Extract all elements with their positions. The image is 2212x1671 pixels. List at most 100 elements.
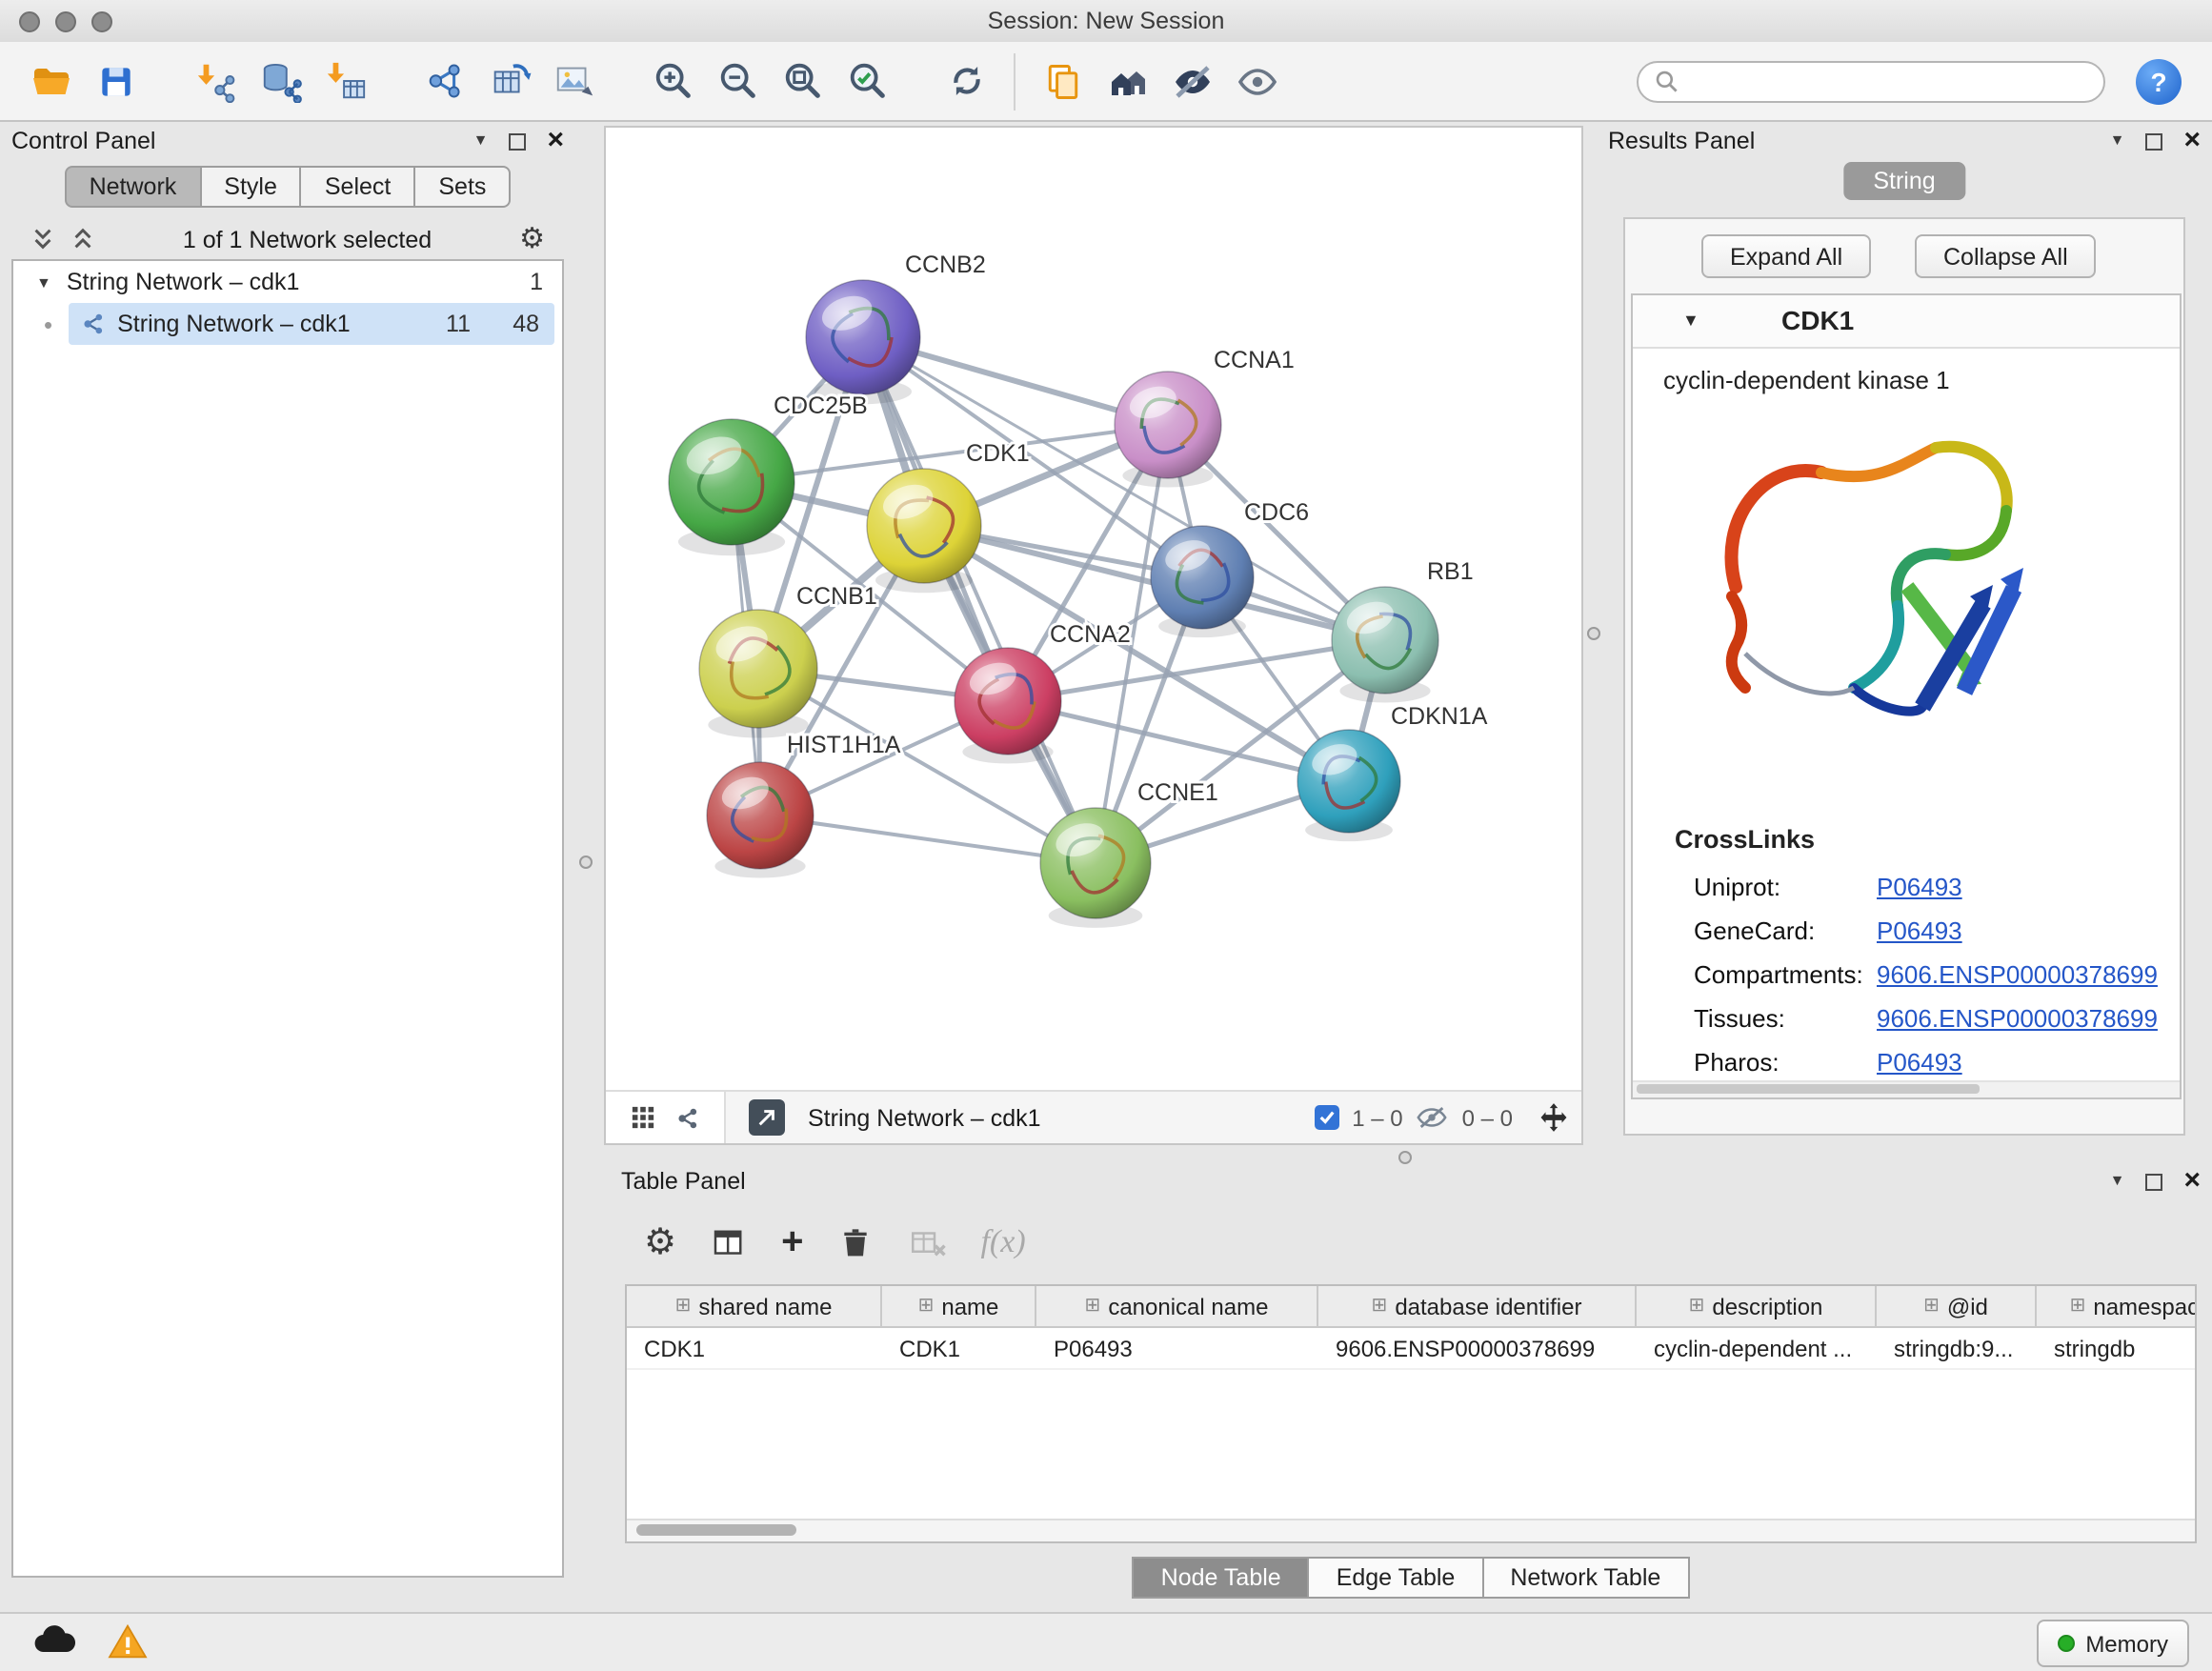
column-header--id[interactable]: ⊞@id: [1877, 1286, 2037, 1326]
warning-icon[interactable]: [107, 1623, 149, 1660]
tab-network-table[interactable]: Network Table: [1483, 1557, 1689, 1599]
network-node-CDC25B[interactable]: [669, 419, 794, 545]
network-node-CDK1[interactable]: [867, 469, 981, 583]
expand-all-icon[interactable]: [70, 225, 95, 253]
table-cell[interactable]: 9606.ENSP00000378699: [1318, 1328, 1637, 1368]
tab-style[interactable]: Style: [201, 166, 302, 208]
zoom-in-button[interactable]: [640, 50, 705, 111]
new-network-button[interactable]: [412, 50, 476, 111]
panel-close-icon[interactable]: ×: [2183, 130, 2201, 152]
export-image-button[interactable]: [541, 50, 606, 111]
panel-menu-caret-icon[interactable]: ▼: [2110, 1174, 2125, 1189]
crosslink-link[interactable]: 9606.ENSP00000378699: [1877, 960, 2158, 989]
memory-button[interactable]: Memory: [2036, 1620, 2189, 1667]
table-cell[interactable]: CDK1: [882, 1328, 1036, 1368]
panel-float-icon[interactable]: [509, 132, 526, 150]
zoom-out-button[interactable]: [705, 50, 770, 111]
grid-view-icon[interactable]: [630, 1105, 654, 1130]
save-session-button[interactable]: [84, 50, 149, 111]
crosslink-link[interactable]: P06493: [1877, 873, 1962, 901]
network-options-gear-icon[interactable]: ⚙: [519, 225, 545, 253]
import-network-from-database-button[interactable]: [248, 50, 312, 111]
column-header-namespace[interactable]: ⊞namespace: [2037, 1286, 2197, 1326]
delete-column-trash-icon[interactable]: [835, 1222, 874, 1262]
table-cell[interactable]: CDK1: [627, 1328, 882, 1368]
column-header-description[interactable]: ⊞description: [1637, 1286, 1877, 1326]
network-row-selected[interactable]: String Network – cdk1 11 48: [68, 303, 554, 345]
network-node-CCNB2[interactable]: [806, 280, 920, 394]
table-cell[interactable]: stringdb: [2037, 1328, 2197, 1368]
gene-section-caret-icon[interactable]: ▼: [1682, 311, 1699, 330]
table-options-gear-icon[interactable]: ⚙: [644, 1224, 676, 1260]
table-cell[interactable]: cyclin-dependent ...: [1637, 1328, 1877, 1368]
network-row[interactable]: • String Network – cdk1 11 48: [13, 303, 562, 345]
fit-content-button[interactable]: [770, 50, 835, 111]
column-header-canonical-name[interactable]: ⊞canonical name: [1036, 1286, 1318, 1326]
network-node-HIST1H1A[interactable]: [707, 762, 814, 869]
crosslink-link[interactable]: P06493: [1877, 1048, 1962, 1077]
network-edge[interactable]: [863, 337, 1096, 863]
tab-select[interactable]: Select: [302, 166, 416, 208]
network-collection-row[interactable]: ▼ String Network – cdk1 1: [13, 261, 562, 303]
import-network-from-file-button[interactable]: [183, 50, 248, 111]
network-node-CCNE1[interactable]: [1040, 808, 1151, 918]
network-node-CDKN1A[interactable]: [1297, 730, 1400, 833]
panel-float-icon[interactable]: [2145, 132, 2162, 150]
search-input[interactable]: [1692, 66, 2088, 96]
new-table-button[interactable]: [476, 50, 541, 111]
maximize-window-button[interactable]: [91, 11, 112, 32]
cloud-status-icon[interactable]: [30, 1621, 80, 1660]
left-splitter-handle[interactable]: [579, 856, 593, 869]
column-header-name[interactable]: ⊞name: [882, 1286, 1036, 1326]
network-node-CCNB1[interactable]: [699, 610, 817, 728]
collapse-all-button[interactable]: Collapse All: [1915, 234, 2097, 278]
table-scrollbar-thumb[interactable]: [636, 1524, 796, 1536]
minimize-window-button[interactable]: [55, 11, 76, 32]
network-graph[interactable]: CCNB2CCNA1CDC25BCDK1CDC6RB1CCNB1CCNA2CDK…: [606, 128, 1581, 1092]
pan-move-icon[interactable]: [1538, 1101, 1570, 1134]
close-window-button[interactable]: [19, 11, 40, 32]
network-node-CCNA1[interactable]: [1115, 372, 1221, 478]
panel-float-icon[interactable]: [2145, 1173, 2162, 1190]
network-node-CCNA2[interactable]: [955, 648, 1061, 755]
tree-expand-caret-icon[interactable]: ▼: [36, 273, 51, 291]
table-cell[interactable]: stringdb:9...: [1877, 1328, 2037, 1368]
tab-sets[interactable]: Sets: [415, 166, 511, 208]
panel-close-icon[interactable]: ×: [2183, 1170, 2201, 1193]
panel-close-icon[interactable]: ×: [547, 130, 564, 152]
selected-checkbox-icon[interactable]: [1314, 1105, 1338, 1130]
right-splitter-handle[interactable]: [1587, 627, 1600, 640]
refresh-view-button[interactable]: [934, 50, 998, 111]
network-view-share-icon[interactable]: [674, 1104, 700, 1131]
hide-elements-button[interactable]: [1160, 50, 1225, 111]
network-node-CDC6[interactable]: [1151, 526, 1254, 629]
import-table-from-file-button[interactable]: [312, 50, 377, 111]
copy-button[interactable]: [1031, 50, 1096, 111]
results-scrollbar-thumb[interactable]: [1637, 1084, 1980, 1094]
help-button[interactable]: ?: [2136, 58, 2182, 104]
tab-edge-table[interactable]: Edge Table: [1310, 1557, 1484, 1599]
tab-network[interactable]: Network: [65, 166, 202, 208]
panel-menu-caret-icon[interactable]: ▼: [473, 133, 489, 149]
column-header-shared-name[interactable]: ⊞shared name: [627, 1286, 882, 1326]
tab-string[interactable]: String: [1842, 162, 1965, 200]
tab-node-table[interactable]: Node Table: [1133, 1557, 1310, 1599]
panel-menu-caret-icon[interactable]: ▼: [2110, 133, 2125, 149]
show-elements-button[interactable]: [1225, 50, 1290, 111]
table-cell[interactable]: P06493: [1036, 1328, 1318, 1368]
home-button[interactable]: [1096, 50, 1160, 111]
table-row[interactable]: CDK1CDK1P064939606.ENSP00000378699cyclin…: [627, 1328, 2195, 1370]
detach-view-button[interactable]: [749, 1099, 785, 1136]
collapse-all-icon[interactable]: [30, 225, 55, 253]
network-node-RB1[interactable]: [1332, 587, 1438, 694]
expand-all-button[interactable]: Expand All: [1701, 234, 1871, 278]
crosslink-link[interactable]: 9606.ENSP00000378699: [1877, 1004, 2158, 1033]
show-columns-icon[interactable]: [709, 1222, 749, 1262]
zoom-selected-button[interactable]: [835, 50, 899, 111]
column-header-database-identifier[interactable]: ⊞database identifier: [1318, 1286, 1637, 1326]
add-column-icon[interactable]: +: [781, 1223, 803, 1261]
crosslink-link[interactable]: P06493: [1877, 916, 1962, 945]
bottom-splitter-handle[interactable]: [1398, 1151, 1412, 1164]
network-view-canvas[interactable]: CCNB2CCNA1CDC25BCDK1CDC6RB1CCNB1CCNA2CDK…: [604, 126, 1583, 1145]
open-session-button[interactable]: [19, 50, 84, 111]
